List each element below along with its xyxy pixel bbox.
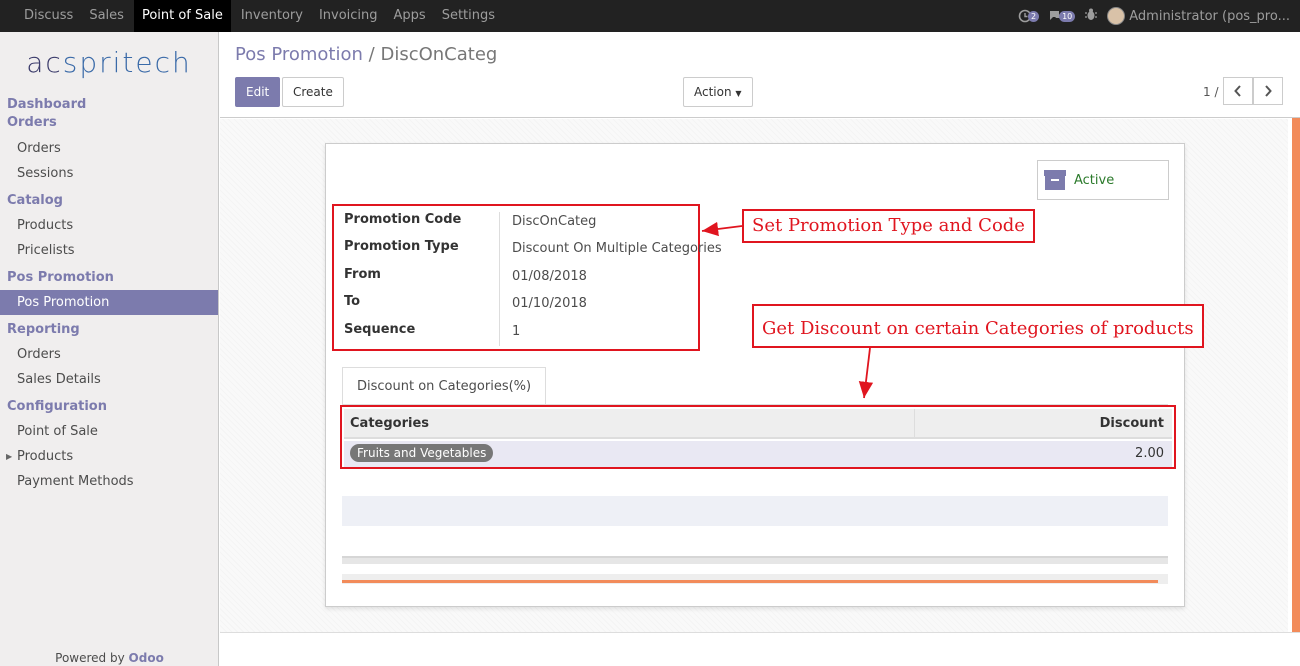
sidebar-section-reporting[interactable]: Reporting (0, 321, 218, 339)
promotion-info-group: Promotion Code DiscOnCateg Promotion Typ… (332, 204, 722, 351)
discount-value: 2.00 (1135, 446, 1164, 461)
form-view: Active Promotion Code DiscOnCateg Promot… (220, 119, 1288, 632)
pager-next-button[interactable] (1253, 77, 1283, 105)
nav-inventory[interactable]: Inventory (233, 0, 311, 32)
active-toggle-button[interactable]: Active (1037, 160, 1169, 200)
sidebar-item-payment-methods[interactable]: Payment Methods (0, 469, 218, 494)
powered-by: Powered by Odoo (55, 651, 164, 665)
field-label: To (344, 294, 361, 309)
nav-point-of-sale[interactable]: Point of Sale (133, 0, 231, 32)
sidebar-item-pricelists[interactable]: Pricelists (0, 238, 218, 263)
nav-sales[interactable]: Sales (81, 0, 132, 32)
control-panel: Pos Promotion / DiscOnCateg Edit Create … (220, 32, 1300, 118)
sidebar-section-pos-promotion[interactable]: Pos Promotion (0, 269, 218, 287)
field-value: Discount On Multiple Categories (512, 241, 722, 256)
pager-previous-button[interactable] (1223, 77, 1253, 105)
table-header: Categories Discount (344, 409, 1172, 439)
scrollbar[interactable] (1292, 118, 1300, 642)
category-tag[interactable]: Fruits and Vegetables (350, 444, 494, 462)
field-value: DiscOnCateg (512, 214, 597, 229)
field-value: 1 (512, 324, 521, 339)
tab-discount-on-categories[interactable]: Discount on Categories(%) (342, 367, 547, 405)
field-label: Promotion Type (344, 239, 459, 254)
top-navbar: Discuss Sales Point of Sale Inventory In… (0, 0, 1300, 32)
divider (342, 556, 1168, 564)
sidebar-section-catalog[interactable]: Catalog (0, 192, 218, 210)
field-sequence: Sequence 1 (344, 322, 520, 339)
sidebar-item-pos-promotion[interactable]: Pos Promotion (0, 290, 218, 315)
sidebar-section-dashboard[interactable]: Dashboard (0, 96, 218, 114)
annotation-type-code: Set Promotion Type and Code (742, 209, 1035, 243)
navbar-systray: 2 10 Administrator (pos_pro... (1018, 0, 1290, 32)
breadcrumb-current: DiscOnCateg (380, 44, 498, 65)
edit-button[interactable]: Edit (235, 77, 281, 107)
sidebar-section-configuration[interactable]: Configuration (0, 398, 218, 416)
sidebar-item-products[interactable]: Products (0, 213, 218, 238)
message-count-badge: 10 (1059, 10, 1076, 22)
action-dropdown[interactable]: Action ▼ (683, 77, 753, 107)
table-row[interactable]: Fruits and Vegetables 2.00 (344, 441, 1172, 467)
breadcrumb-parent[interactable]: Pos Promotion (235, 44, 363, 65)
nav-settings[interactable]: Settings (434, 0, 503, 32)
column-header-discount[interactable]: Discount (1100, 409, 1164, 439)
nav-apps[interactable]: Apps (386, 0, 434, 32)
activity-count-badge: 2 (1027, 10, 1040, 22)
sidebar-item-config-products[interactable]: ▶ Products (0, 444, 218, 469)
nav-invoicing[interactable]: Invoicing (311, 0, 386, 32)
sidebar-section-orders[interactable]: Orders (0, 114, 218, 132)
archive-icon (1044, 170, 1066, 190)
breadcrumb: Pos Promotion / DiscOnCateg (235, 44, 498, 65)
activity-menu[interactable]: 2 (1018, 9, 1040, 23)
avatar (1107, 7, 1126, 25)
caret-right-icon: ▶ (6, 452, 13, 461)
field-promotion-type: Promotion Type Discount On Multiple Cate… (344, 239, 722, 256)
progress-line (342, 580, 1158, 583)
field-value: 01/10/2018 (512, 296, 587, 311)
user-name: Administrator (pos_pro... (1129, 8, 1290, 24)
sidebar: ac spritech Dashboard Orders Orders Sessi… (0, 32, 219, 666)
messaging-menu[interactable]: 10 (1049, 10, 1076, 22)
sidebar-item-report-orders[interactable]: Orders (0, 342, 218, 367)
field-from: From 01/08/2018 (344, 267, 587, 284)
field-to: To 01/10/2018 (344, 294, 587, 311)
create-button[interactable]: Create (282, 77, 344, 107)
odoo-link[interactable]: Odoo (129, 651, 164, 665)
column-header-categories[interactable]: Categories (350, 409, 429, 439)
field-label: Sequence (344, 322, 416, 337)
sidebar-item-sales-details[interactable]: Sales Details (0, 367, 218, 392)
field-label: Promotion Code (344, 212, 462, 227)
chevron-right-icon (1265, 85, 1272, 97)
form-footer-area (220, 632, 1300, 666)
categories-table: Categories Discount Fruits and Vegetable… (340, 405, 1176, 469)
nav-discuss[interactable]: Discuss (0, 0, 81, 32)
caret-down-icon: ▼ (735, 89, 742, 98)
company-logo: ac spritech (26, 45, 192, 79)
field-promotion-code: Promotion Code DiscOnCateg (344, 212, 596, 229)
sidebar-item-orders[interactable]: Orders (0, 136, 218, 161)
field-label: From (344, 267, 381, 282)
debug-bug-icon[interactable] (1085, 8, 1098, 25)
chevron-left-icon (1234, 85, 1241, 97)
sidebar-item-sessions[interactable]: Sessions (0, 161, 218, 186)
field-value: 01/08/2018 (512, 269, 587, 284)
empty-row-band (342, 496, 1168, 526)
user-menu[interactable]: Administrator (pos_pro... (1107, 7, 1290, 25)
sidebar-item-config-point-of-sale[interactable]: Point of Sale (0, 419, 218, 444)
annotation-categories: Get Discount on certain Categories of pr… (752, 304, 1204, 348)
